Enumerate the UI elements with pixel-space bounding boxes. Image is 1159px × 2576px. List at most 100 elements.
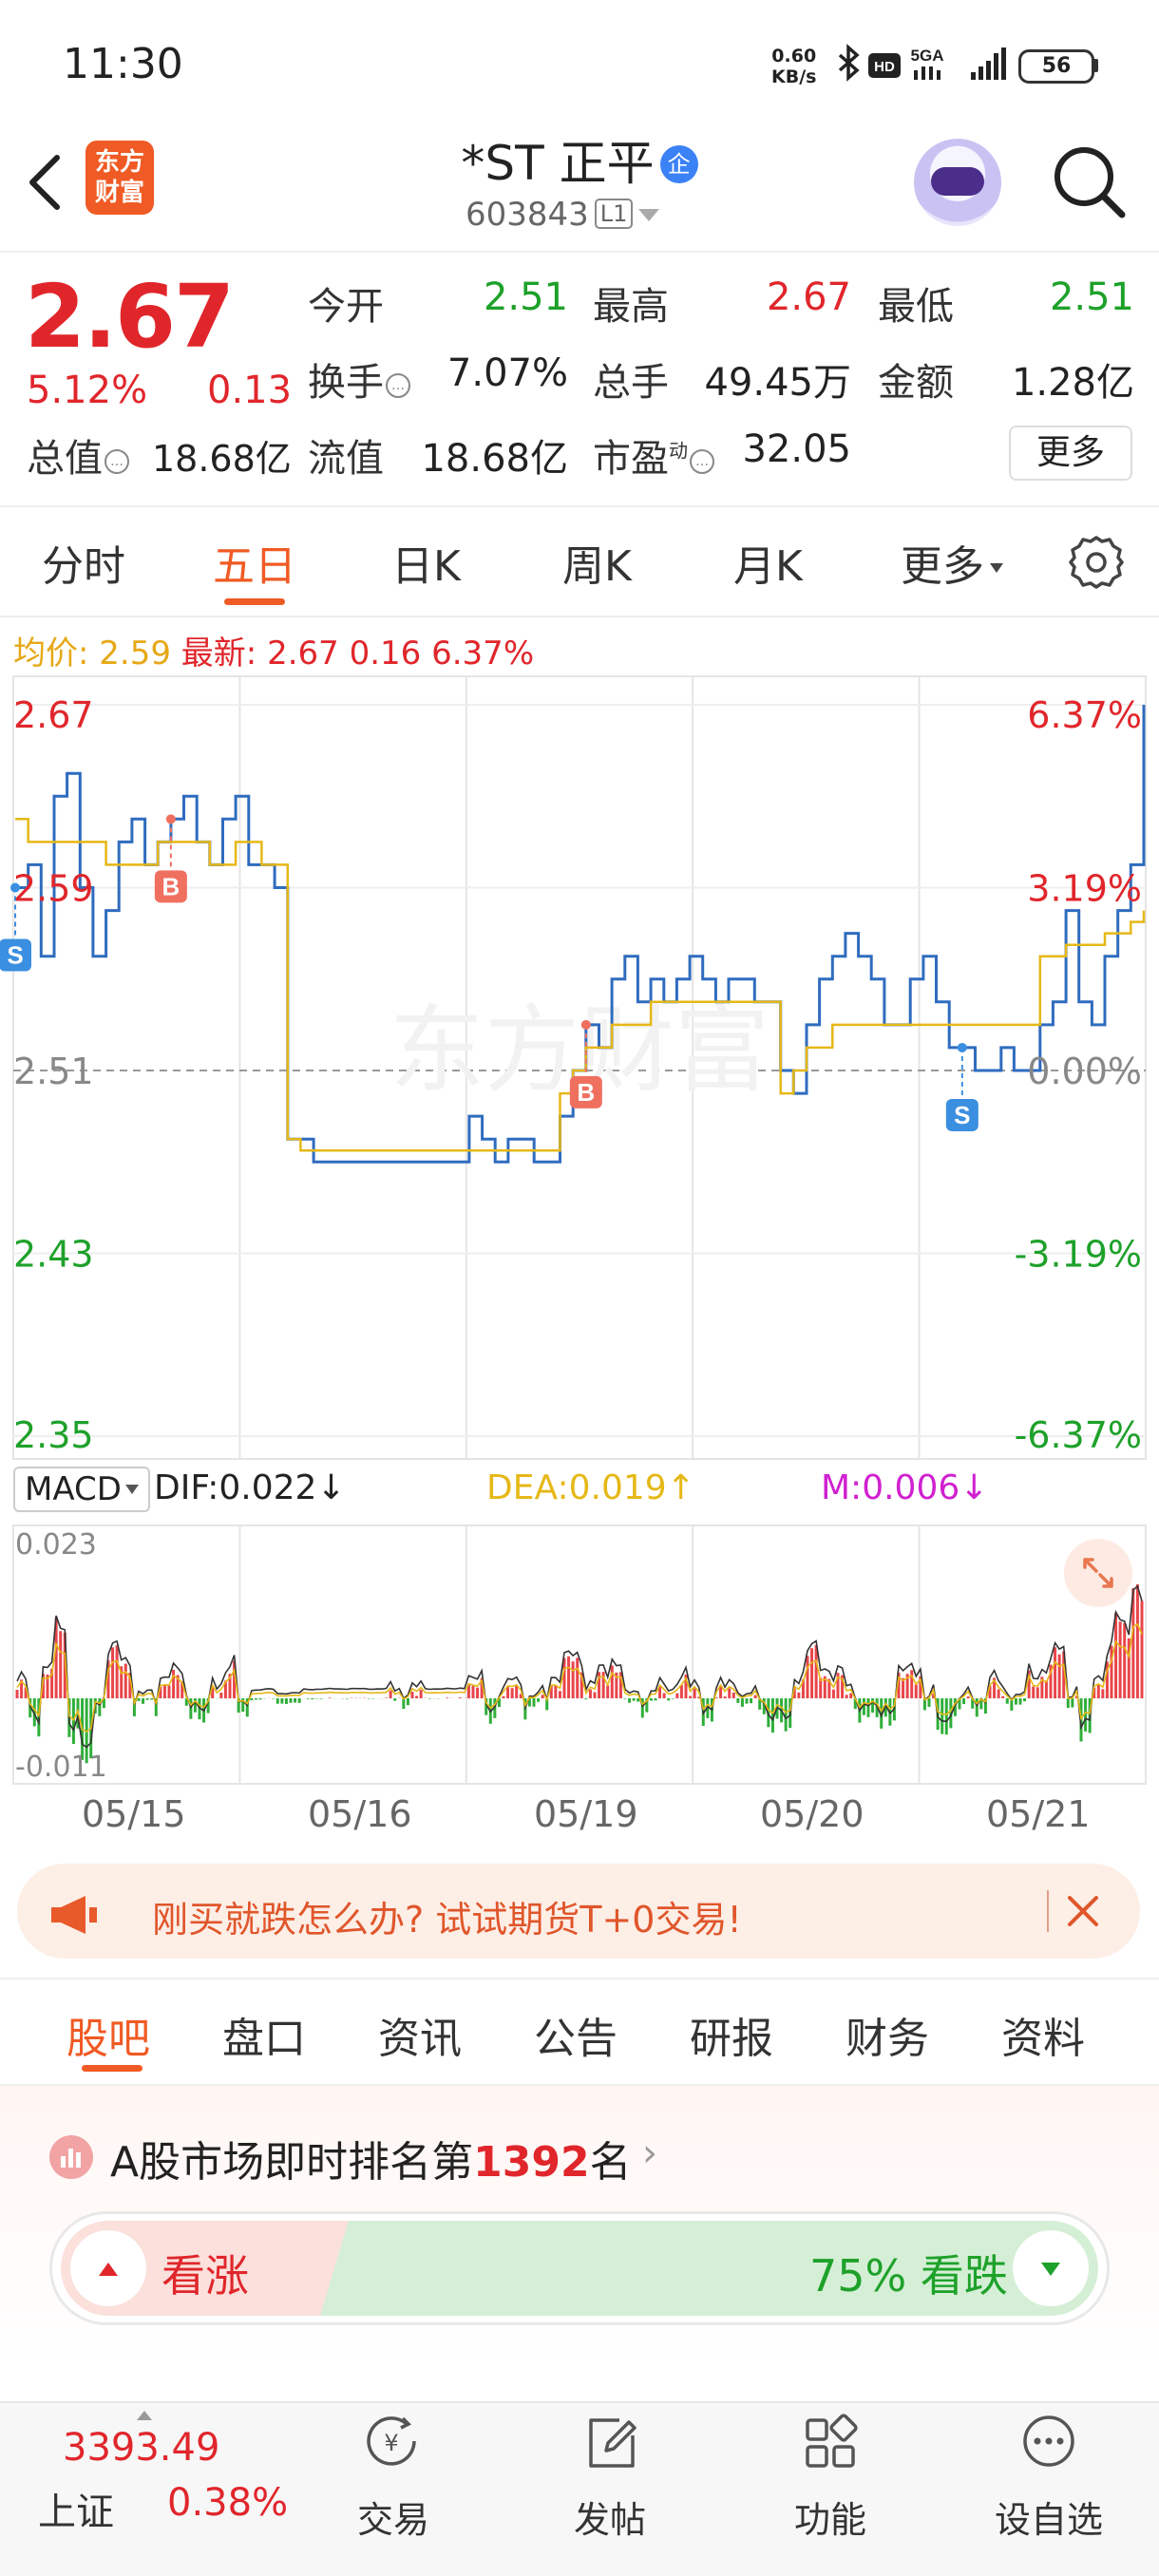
triangle-down-icon xyxy=(1041,2263,1060,2276)
info-icon: … xyxy=(386,373,410,398)
close-icon[interactable] xyxy=(1064,1892,1102,1934)
stock-name: *ST 正平 xyxy=(461,136,655,191)
ranking-chart-icon xyxy=(49,2135,93,2179)
tab-more[interactable]: 更多 xyxy=(901,532,1003,593)
y-tick-label-left: 2.43 xyxy=(13,1234,94,1276)
chevron-right-icon[interactable]: › xyxy=(642,2131,657,2175)
arrow-down-icon: ↓ xyxy=(316,1468,346,1507)
back-arrow-icon[interactable] xyxy=(23,152,65,217)
y-tick-label-right: 0.00% xyxy=(1027,1051,1142,1092)
current-price: 2.67 xyxy=(25,266,235,368)
volume-label: 总手 xyxy=(593,361,669,405)
net-speed: 0.60 KB/s xyxy=(771,46,816,87)
ranking-prefix: A股市场即时排名第 xyxy=(110,2138,474,2187)
ranking-text[interactable]: A股市场即时排名第1392名 xyxy=(110,2128,632,2188)
ranking-suffix: 名 xyxy=(589,2138,632,2187)
expand-icon[interactable] xyxy=(1064,1539,1132,1607)
enterprise-badge-icon: 企 xyxy=(659,145,698,183)
turnover-value: 7.07% xyxy=(446,351,568,395)
tab-announcements[interactable]: 公告 xyxy=(534,2004,618,2065)
apps-icon xyxy=(802,2413,859,2477)
date-label: 05/15 xyxy=(82,1793,186,1835)
megaphone-icon xyxy=(49,1894,103,1940)
signal-icon: 5GA xyxy=(911,47,1006,80)
net-speed-unit: KB/s xyxy=(771,66,817,87)
pe-value: 32.05 xyxy=(742,427,851,471)
tab-more-label: 更多 xyxy=(901,542,984,591)
date-label: 05/19 xyxy=(534,1793,638,1835)
pe-label[interactable]: 市盈动… xyxy=(593,427,714,483)
macd-panel-border xyxy=(12,1525,1147,1785)
trade-icon: ¥ xyxy=(365,2413,422,2477)
tab-intraday[interactable]: 分时 xyxy=(42,532,125,593)
y-tick-label-right: -6.37% xyxy=(1015,1414,1142,1456)
ranking-number: 1392 xyxy=(473,2138,590,2187)
vote-down-label[interactable]: 75% 看跌 xyxy=(809,2242,1008,2304)
marker-dot xyxy=(957,1042,967,1052)
search-icon[interactable] xyxy=(1050,142,1130,226)
caret-up-icon xyxy=(137,2411,152,2420)
chevron-down-icon xyxy=(638,209,660,221)
marker-dot xyxy=(580,1019,591,1030)
macd-dif-value: DIF:0.022 xyxy=(154,1468,317,1507)
svg-text:HD: HD xyxy=(874,59,895,75)
promo-text: 刚买就跌怎么办? 试试期货T+0交易! xyxy=(152,1899,742,1941)
vote-up-button[interactable] xyxy=(70,2230,146,2306)
caret-down-icon xyxy=(124,1485,139,1494)
divider xyxy=(0,505,1159,507)
open-value: 2.51 xyxy=(483,275,568,319)
pe-label-text: 市盈 xyxy=(593,437,669,481)
macd-dea-value: DEA:0.019 xyxy=(486,1468,667,1507)
tab-five-day[interactable]: 五日 xyxy=(213,532,296,593)
app-logo[interactable]: 东方 财富 xyxy=(86,141,154,215)
index-percent[interactable]: 0.38% xyxy=(167,2481,288,2525)
tab-research[interactable]: 研报 xyxy=(690,2004,773,2065)
active-tab-indicator xyxy=(224,598,285,605)
stock-code: 603843 xyxy=(466,196,589,234)
bluetooth-icon xyxy=(838,44,860,82)
indicator-selector-label: MACD xyxy=(25,1470,122,1508)
battery-tip xyxy=(1092,59,1098,72)
tab-profile[interactable]: 资料 xyxy=(1001,2004,1085,2065)
high-value: 2.67 xyxy=(766,275,851,319)
macd-dea-line xyxy=(16,1622,1143,1733)
macd-dea: DEA:0.019↑ xyxy=(486,1468,695,1507)
amount-value: 1.28亿 xyxy=(1011,361,1134,405)
marker-letter: B xyxy=(577,1078,595,1107)
pe-superscript: 动 xyxy=(669,439,688,463)
index-value[interactable]: 3393.49 xyxy=(63,2426,219,2470)
tab-news[interactable]: 资讯 xyxy=(378,2004,462,2065)
tab-pankou[interactable]: 盘口 xyxy=(222,2004,306,2065)
tab-finance[interactable]: 财务 xyxy=(846,2004,929,2065)
y-tick-label-right: -3.19% xyxy=(1015,1234,1142,1276)
tab-monthly-k[interactable]: 月K xyxy=(733,532,803,593)
index-name[interactable]: 上证 xyxy=(38,2481,114,2536)
logo-line-2: 财富 xyxy=(94,179,144,207)
gear-icon[interactable] xyxy=(1068,534,1125,595)
marker-letter: B xyxy=(162,872,180,900)
nav-trade-label: 交易 xyxy=(356,2499,429,2541)
divider xyxy=(0,616,1159,617)
mktcap-label[interactable]: 总值… xyxy=(27,427,129,483)
marker-letter: S xyxy=(7,941,23,970)
tab-guba[interactable]: 股吧 xyxy=(66,2004,150,2065)
mktcap-value: 18.68亿 xyxy=(152,438,292,480)
five-day-chart[interactable]: 东方财富 SBBS 2.67 6.37%2.59 3.19%2.51 0.00%2.4… xyxy=(0,665,1159,1786)
triangle-up-icon xyxy=(99,2263,118,2276)
tab-weekly-k[interactable]: 周K xyxy=(562,532,632,593)
ai-assistant-face xyxy=(931,167,984,196)
stock-code-selector[interactable]: 603843 L1 xyxy=(466,196,660,234)
turnover-label[interactable]: 换手… xyxy=(308,351,410,407)
date-label: 05/16 xyxy=(308,1793,412,1835)
status-time: 11:30 xyxy=(63,40,183,88)
vote-up-label[interactable]: 看涨 xyxy=(162,2242,249,2304)
divider xyxy=(0,1978,1159,1979)
more-button[interactable]: 更多 xyxy=(1009,426,1132,481)
net-speed-value: 0.60 xyxy=(771,46,817,66)
volume-value: 49.45万 xyxy=(704,361,851,405)
nav-post-label: 发帖 xyxy=(573,2499,646,2541)
indicator-selector[interactable]: MACD xyxy=(13,1467,150,1512)
float-value: 18.68亿 xyxy=(421,437,568,481)
tab-daily-k[interactable]: 日K xyxy=(391,532,461,593)
vote-down-button[interactable] xyxy=(1013,2230,1089,2306)
